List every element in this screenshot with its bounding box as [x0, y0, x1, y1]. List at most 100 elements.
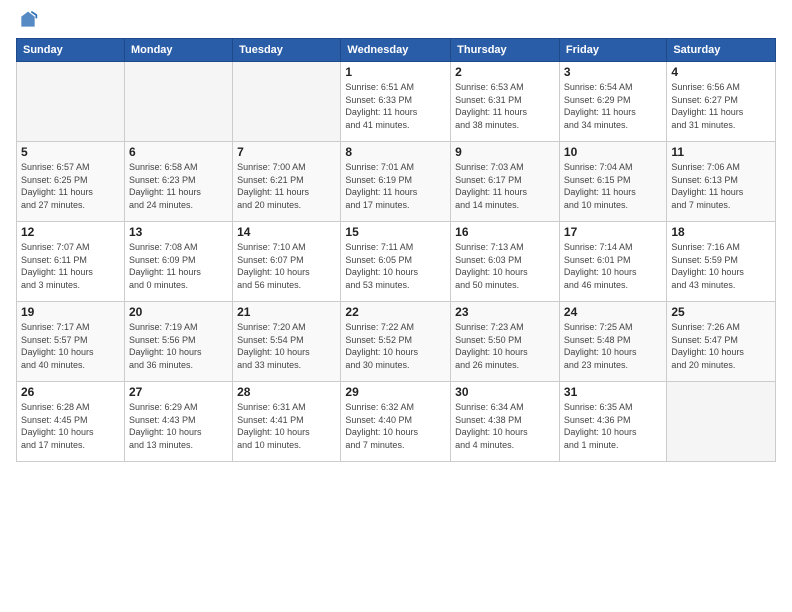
- calendar-day-cell: 11 Sunrise: 7:06 AM Sunset: 6:13 PM Dayli…: [667, 142, 776, 222]
- day-number: 30: [455, 385, 555, 399]
- calendar-week-row: 19Sunrise: 7:17 AM Sunset: 5:57 PM Dayli…: [17, 302, 776, 382]
- calendar-table: SundayMondayTuesdayWednesdayThursdayFrid…: [16, 38, 776, 462]
- day-number: 23: [455, 305, 555, 319]
- day-number: 15: [345, 225, 446, 239]
- day-info: Sunrise: 6:28 AM Sunset: 4:45 PM Dayligh…: [21, 401, 120, 451]
- day-number: 14: [237, 225, 336, 239]
- calendar-week-row: 5 Sunrise: 6:57 AM Sunset: 6:25 PM Daylig…: [17, 142, 776, 222]
- calendar-day-header: Thursday: [451, 39, 560, 62]
- day-info: Sunrise: 6:32 AM Sunset: 4:40 PM Dayligh…: [345, 401, 446, 451]
- day-number: 8: [345, 145, 446, 159]
- day-number: 24: [564, 305, 662, 319]
- calendar-day-cell: 9 Sunrise: 7:03 AM Sunset: 6:17 PM Daylig…: [451, 142, 560, 222]
- day-number: 12: [21, 225, 120, 239]
- day-info: Sunrise: 7:25 AM Sunset: 5:48 PM Dayligh…: [564, 321, 662, 371]
- calendar-day-cell: 18 Sunrise: 7:16 AM Sunset: 5:59 PM Dayli…: [667, 222, 776, 302]
- calendar-day-cell: 17 Sunrise: 7:14 AM Sunset: 6:01 PM Dayli…: [559, 222, 666, 302]
- day-info: Sunrise: 6:57 AM Sunset: 6:25 PM Dayligh…: [21, 161, 120, 211]
- calendar-day-cell: 30 Sunrise: 6:34 AM Sunset: 4:38 PM Dayli…: [451, 382, 560, 462]
- day-number: 17: [564, 225, 662, 239]
- day-info: Sunrise: 7:17 AM Sunset: 5:57 PM Dayligh…: [21, 321, 120, 371]
- calendar-day-cell: 24 Sunrise: 7:25 AM Sunset: 5:48 PM Dayli…: [559, 302, 666, 382]
- day-info: Sunrise: 7:01 AM Sunset: 6:19 PM Dayligh…: [345, 161, 446, 211]
- calendar-day-cell: 1 Sunrise: 6:51 AM Sunset: 6:33 PM Daylig…: [341, 62, 451, 142]
- day-info: Sunrise: 7:22 AM Sunset: 5:52 PM Dayligh…: [345, 321, 446, 371]
- calendar-day-cell: 31 Sunrise: 6:35 AM Sunset: 4:36 PM Dayli…: [559, 382, 666, 462]
- day-number: 27: [129, 385, 228, 399]
- calendar-day-cell: 21 Sunrise: 7:20 AM Sunset: 5:54 PM Dayli…: [233, 302, 341, 382]
- calendar-day-cell: 5 Sunrise: 6:57 AM Sunset: 6:25 PM Daylig…: [17, 142, 125, 222]
- day-info: Sunrise: 7:11 AM Sunset: 6:05 PM Dayligh…: [345, 241, 446, 291]
- calendar-day-cell: 26 Sunrise: 6:28 AM Sunset: 4:45 PM Dayli…: [17, 382, 125, 462]
- calendar-day-cell: 19Sunrise: 7:17 AM Sunset: 5:57 PM Dayli…: [17, 302, 125, 382]
- page-container: SundayMondayTuesdayWednesdayThursdayFrid…: [0, 0, 792, 472]
- day-number: 21: [237, 305, 336, 319]
- calendar-day-cell: 29 Sunrise: 6:32 AM Sunset: 4:40 PM Dayli…: [341, 382, 451, 462]
- calendar-day-header: Tuesday: [233, 39, 341, 62]
- day-info: Sunrise: 7:16 AM Sunset: 5:59 PM Dayligh…: [671, 241, 771, 291]
- day-number: 9: [455, 145, 555, 159]
- calendar-day-cell: 27 Sunrise: 6:29 AM Sunset: 4:43 PM Dayli…: [124, 382, 232, 462]
- day-number: 29: [345, 385, 446, 399]
- day-info: Sunrise: 6:58 AM Sunset: 6:23 PM Dayligh…: [129, 161, 228, 211]
- calendar-day-header: Saturday: [667, 39, 776, 62]
- day-number: 2: [455, 65, 555, 79]
- day-info: Sunrise: 6:54 AM Sunset: 6:29 PM Dayligh…: [564, 81, 662, 131]
- calendar-day-cell: 4 Sunrise: 6:56 AM Sunset: 6:27 PM Daylig…: [667, 62, 776, 142]
- day-number: 13: [129, 225, 228, 239]
- calendar-day-cell: 3 Sunrise: 6:54 AM Sunset: 6:29 PM Daylig…: [559, 62, 666, 142]
- day-number: 18: [671, 225, 771, 239]
- calendar-day-header: Monday: [124, 39, 232, 62]
- calendar-week-row: 12Sunrise: 7:07 AM Sunset: 6:11 PM Dayli…: [17, 222, 776, 302]
- calendar-day-cell: 23 Sunrise: 7:23 AM Sunset: 5:50 PM Dayli…: [451, 302, 560, 382]
- day-info: Sunrise: 6:29 AM Sunset: 4:43 PM Dayligh…: [129, 401, 228, 451]
- calendar-empty-cell: [233, 62, 341, 142]
- day-info: Sunrise: 6:56 AM Sunset: 6:27 PM Dayligh…: [671, 81, 771, 131]
- day-number: 11: [671, 145, 771, 159]
- day-info: Sunrise: 7:26 AM Sunset: 5:47 PM Dayligh…: [671, 321, 771, 371]
- day-number: 1: [345, 65, 446, 79]
- calendar-day-cell: 16 Sunrise: 7:13 AM Sunset: 6:03 PM Dayli…: [451, 222, 560, 302]
- day-info: Sunrise: 7:19 AM Sunset: 5:56 PM Dayligh…: [129, 321, 228, 371]
- day-info: Sunrise: 6:35 AM Sunset: 4:36 PM Dayligh…: [564, 401, 662, 451]
- calendar-day-cell: 2Sunrise: 6:53 AM Sunset: 6:31 PM Daylig…: [451, 62, 560, 142]
- day-info: Sunrise: 7:00 AM Sunset: 6:21 PM Dayligh…: [237, 161, 336, 211]
- calendar-day-cell: 6 Sunrise: 6:58 AM Sunset: 6:23 PM Daylig…: [124, 142, 232, 222]
- calendar-day-cell: 10Sunrise: 7:04 AM Sunset: 6:15 PM Dayli…: [559, 142, 666, 222]
- day-number: 26: [21, 385, 120, 399]
- calendar-day-header: Friday: [559, 39, 666, 62]
- day-number: 3: [564, 65, 662, 79]
- day-info: Sunrise: 7:14 AM Sunset: 6:01 PM Dayligh…: [564, 241, 662, 291]
- calendar-day-cell: 15 Sunrise: 7:11 AM Sunset: 6:05 PM Dayli…: [341, 222, 451, 302]
- day-number: 22: [345, 305, 446, 319]
- day-info: Sunrise: 7:08 AM Sunset: 6:09 PM Dayligh…: [129, 241, 228, 291]
- day-info: Sunrise: 7:10 AM Sunset: 6:07 PM Dayligh…: [237, 241, 336, 291]
- day-info: Sunrise: 7:03 AM Sunset: 6:17 PM Dayligh…: [455, 161, 555, 211]
- calendar-day-cell: 13 Sunrise: 7:08 AM Sunset: 6:09 PM Dayli…: [124, 222, 232, 302]
- calendar-day-header: Wednesday: [341, 39, 451, 62]
- day-number: 7: [237, 145, 336, 159]
- day-number: 31: [564, 385, 662, 399]
- day-info: Sunrise: 7:23 AM Sunset: 5:50 PM Dayligh…: [455, 321, 555, 371]
- day-number: 16: [455, 225, 555, 239]
- day-info: Sunrise: 6:34 AM Sunset: 4:38 PM Dayligh…: [455, 401, 555, 451]
- day-info: Sunrise: 6:51 AM Sunset: 6:33 PM Dayligh…: [345, 81, 446, 131]
- calendar-day-cell: 25Sunrise: 7:26 AM Sunset: 5:47 PM Dayli…: [667, 302, 776, 382]
- day-info: Sunrise: 7:13 AM Sunset: 6:03 PM Dayligh…: [455, 241, 555, 291]
- calendar-week-row: 26 Sunrise: 6:28 AM Sunset: 4:45 PM Dayli…: [17, 382, 776, 462]
- calendar-day-cell: 8 Sunrise: 7:01 AM Sunset: 6:19 PM Daylig…: [341, 142, 451, 222]
- day-number: 28: [237, 385, 336, 399]
- calendar-empty-cell: [667, 382, 776, 462]
- logo-icon: [18, 10, 38, 30]
- logo: [16, 10, 38, 30]
- calendar-header-row: SundayMondayTuesdayWednesdayThursdayFrid…: [17, 39, 776, 62]
- day-number: 10: [564, 145, 662, 159]
- calendar-empty-cell: [124, 62, 232, 142]
- day-number: 4: [671, 65, 771, 79]
- day-info: Sunrise: 7:20 AM Sunset: 5:54 PM Dayligh…: [237, 321, 336, 371]
- day-info: Sunrise: 7:06 AM Sunset: 6:13 PM Dayligh…: [671, 161, 771, 211]
- day-number: 5: [21, 145, 120, 159]
- calendar-empty-cell: [17, 62, 125, 142]
- day-number: 6: [129, 145, 228, 159]
- calendar-day-cell: 14 Sunrise: 7:10 AM Sunset: 6:07 PM Dayli…: [233, 222, 341, 302]
